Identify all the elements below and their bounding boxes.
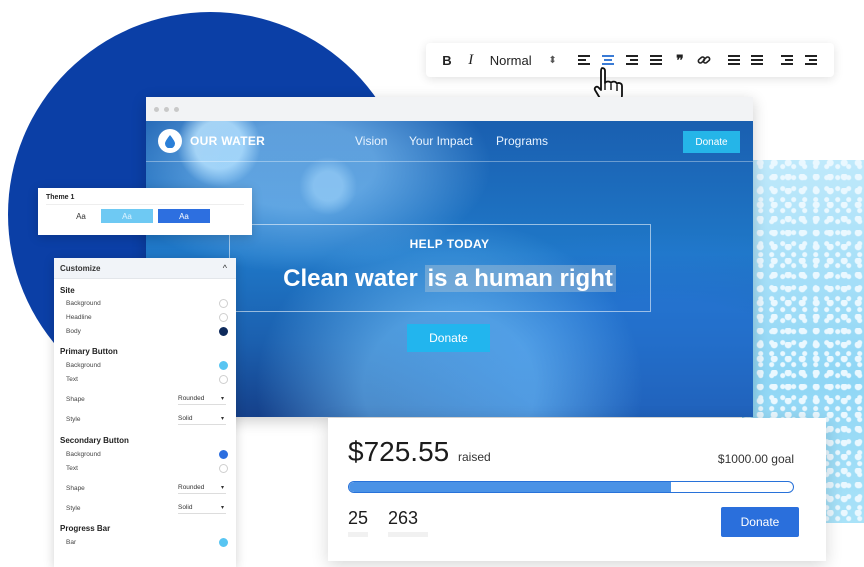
- window-chrome: [146, 97, 753, 121]
- format-select[interactable]: Normal: [484, 49, 540, 71]
- section-site: Site: [60, 286, 75, 295]
- secondary-shape-select[interactable]: Rounded ▾: [178, 484, 226, 494]
- website-preview-window: OUR WATER Vision Your Impact Programs Do…: [146, 97, 753, 417]
- secondary-shape-label: Shape: [66, 485, 85, 492]
- headline-selected-text[interactable]: is a human right: [424, 265, 616, 292]
- secondary-style-label: Style: [66, 505, 81, 512]
- secondary-text-color[interactable]: [219, 464, 228, 473]
- blockquote-icon[interactable]: ❞: [669, 49, 691, 71]
- progress-bar-fill: [349, 482, 672, 492]
- stat-caption-placeholder: [388, 532, 428, 537]
- nav-link-vision[interactable]: Vision: [355, 134, 387, 148]
- progress-bar-label: Bar: [66, 539, 77, 546]
- theme-title: Theme 1: [46, 194, 75, 201]
- progress-bar: [348, 481, 794, 493]
- italic-button[interactable]: I: [460, 49, 482, 71]
- indent-icon[interactable]: [800, 49, 822, 71]
- bullet-list-icon[interactable]: [747, 49, 769, 71]
- site-headline-label: Headline: [66, 314, 92, 321]
- donate-button[interactable]: Donate: [721, 507, 799, 537]
- outdent-icon[interactable]: [776, 49, 798, 71]
- secondary-style-select[interactable]: Solid ▾: [178, 504, 226, 514]
- chevron-down-icon: ▾: [220, 505, 224, 511]
- nav-link-your-impact[interactable]: Your Impact: [409, 134, 473, 148]
- section-progress-bar: Progress Bar: [60, 524, 111, 533]
- format-arrows-icon[interactable]: ⬍: [542, 49, 564, 71]
- site-background-color[interactable]: [219, 299, 228, 308]
- hero-eyebrow: HELP TODAY: [409, 237, 490, 251]
- section-primary-button: Primary Button: [60, 347, 118, 356]
- raised-label: raised: [458, 450, 491, 464]
- stat-donors: 25: [348, 508, 369, 528]
- hero-donate-button[interactable]: Donate: [407, 324, 490, 352]
- fundraising-card: $725.55 raised $1000.00 goal 25 263 Dona…: [328, 418, 826, 561]
- hero-section: OUR WATER Vision Your Impact Programs Do…: [146, 121, 753, 417]
- chevron-down-icon: ▾: [220, 396, 224, 402]
- theme-card: Theme 1 Aa Aa Aa: [38, 188, 252, 235]
- stat-caption-placeholder: [348, 532, 368, 537]
- amount-raised: $725.55: [348, 436, 450, 467]
- chevron-down-icon: ▾: [220, 416, 224, 422]
- water-drop-icon: [158, 129, 182, 153]
- primary-style-label: Style: [66, 416, 81, 423]
- theme-swatch-dark[interactable]: Aa: [158, 209, 210, 223]
- window-dot: [164, 106, 169, 112]
- customize-header[interactable]: Customize ^: [54, 258, 236, 279]
- window-dot: [174, 106, 179, 112]
- secondary-style-value: Solid: [178, 504, 193, 511]
- window-dot: [154, 106, 159, 112]
- site-body-color[interactable]: [219, 327, 228, 336]
- secondary-shape-value: Rounded: [178, 484, 205, 491]
- primary-shape-value: Rounded: [178, 395, 205, 402]
- primary-shape-select[interactable]: Rounded ▾: [178, 395, 226, 405]
- primary-background-label: Background: [66, 362, 101, 369]
- theme-swatch-light[interactable]: Aa: [101, 209, 153, 223]
- progress-bar-color[interactable]: [219, 538, 228, 547]
- hero-headline[interactable]: Clean water is a human right: [146, 265, 753, 293]
- primary-shape-label: Shape: [66, 396, 85, 403]
- divider: [46, 204, 244, 205]
- goal-amount: $1000.00 goal: [717, 452, 794, 466]
- secondary-text-label: Text: [66, 465, 78, 472]
- bold-button[interactable]: B: [436, 49, 458, 71]
- secondary-background-color[interactable]: [219, 450, 228, 459]
- site-background-label: Background: [66, 300, 101, 307]
- ordered-list-icon[interactable]: [723, 49, 745, 71]
- link-icon[interactable]: [693, 49, 715, 71]
- stat-days: 263: [388, 508, 419, 528]
- customize-panel: Customize ^ Site Background Headline Bod…: [54, 258, 236, 567]
- nav-donate-button[interactable]: Donate: [683, 131, 740, 153]
- primary-style-value: Solid: [178, 415, 193, 422]
- nav-link-programs[interactable]: Programs: [496, 134, 548, 148]
- theme-swatch-text[interactable]: Aa: [66, 209, 96, 223]
- chevron-down-icon: ▾: [220, 485, 224, 491]
- site-headline-color[interactable]: [219, 313, 228, 322]
- customize-title: Customize: [60, 264, 101, 273]
- secondary-background-label: Background: [66, 451, 101, 458]
- site-logo-text[interactable]: OUR WATER: [190, 134, 265, 148]
- section-secondary-button: Secondary Button: [60, 436, 129, 445]
- collapse-caret-icon[interactable]: ^: [223, 263, 227, 273]
- primary-text-color[interactable]: [219, 375, 228, 384]
- headline-plain: Clean water: [283, 265, 425, 292]
- site-body-label: Body: [66, 328, 81, 335]
- primary-background-color[interactable]: [219, 361, 228, 370]
- primary-style-select[interactable]: Solid ▾: [178, 415, 226, 425]
- site-nav: OUR WATER Vision Your Impact Programs Do…: [146, 121, 753, 162]
- primary-text-label: Text: [66, 376, 78, 383]
- align-justify-icon[interactable]: [645, 49, 667, 71]
